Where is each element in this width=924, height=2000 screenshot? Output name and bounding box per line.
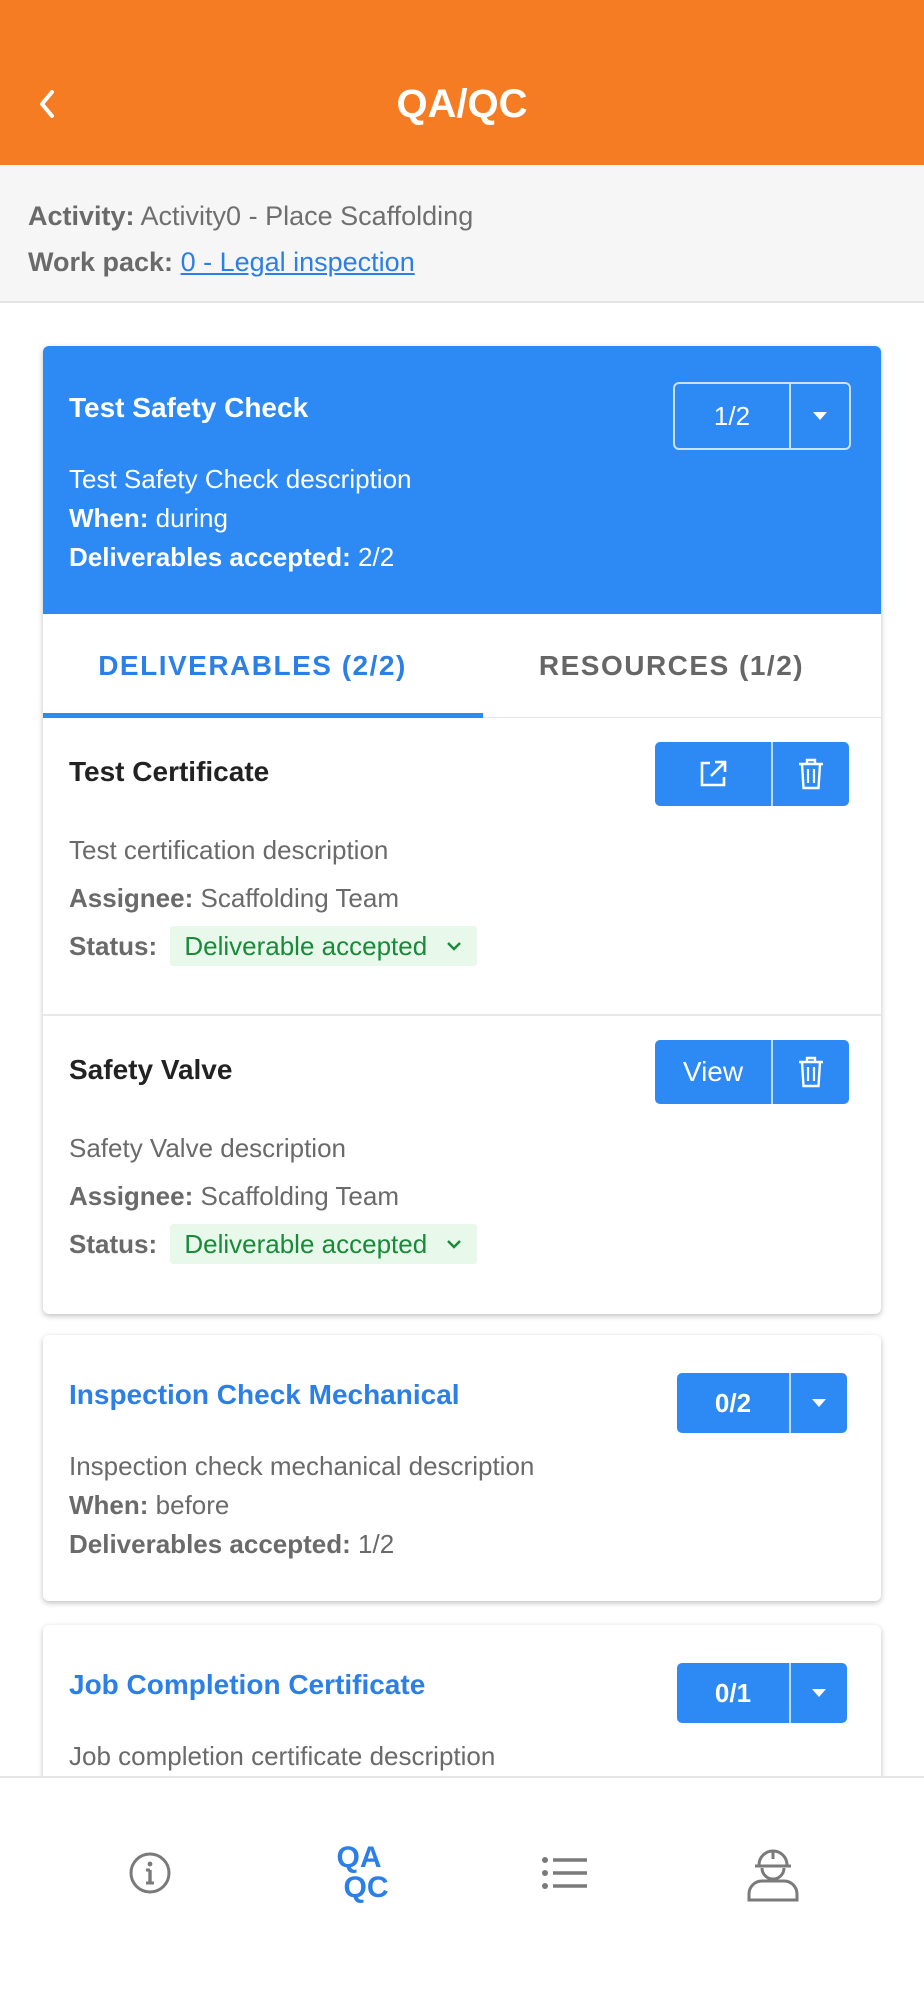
worker-helmet-icon [747,1849,799,1902]
delete-deliverable-button[interactable] [773,742,849,806]
nav-workers[interactable] [718,1818,828,1928]
when-value: before [155,1490,230,1520]
check-counter: 1/2 [675,384,791,448]
qaqc-nav-label: QA QC [330,1843,389,1903]
nav-info[interactable] [95,1818,205,1928]
deliverable-actions: View [655,1040,849,1104]
view-deliverable-button[interactable]: View [655,1040,773,1104]
caret-down-icon[interactable] [791,384,849,448]
deliverable-description: Test certification description [69,835,389,865]
check-description: Inspection check mechanical description [69,1451,535,1481]
list-icon [542,1857,587,1889]
trash-icon [799,758,823,790]
accepted-value: 2/2 [358,542,395,572]
check-when: When: before [69,1486,229,1525]
accepted-label: Deliverables accepted: [69,542,351,572]
chevron-down-icon [447,942,462,951]
tab-resources[interactable]: RESOURCES (1/2) [462,614,881,717]
delete-deliverable-button[interactable] [773,1040,849,1104]
status-dropdown[interactable]: Deliverable accepted [170,1224,478,1264]
check-accepted: Deliverables accepted: 2/2 [69,538,394,577]
activity-value: Activity0 - Place Scaffolding [140,201,474,231]
check-counter: 0/2 [677,1373,791,1433]
nav-list[interactable] [510,1818,620,1928]
check-title: Test Safety Check [69,392,309,423]
checks-list[interactable]: Test Safety Check 1/2 Test Safety Check … [0,303,924,1778]
check-tabs: DELIVERABLES (2/2) RESOURCES (1/2) [43,614,881,718]
open-deliverable-button[interactable] [655,742,773,806]
info-icon [129,1852,171,1894]
caret-down-icon[interactable] [791,1663,847,1723]
status-label: Status: [69,931,158,961]
deliverable-actions [655,742,849,806]
check-description: Job completion certificate description [69,1741,496,1771]
workpack-label: Work pack: [28,247,174,277]
deliverable-description: Safety Valve description [69,1133,346,1163]
check-counter-dropdown[interactable]: 1/2 [673,382,851,450]
check-description: Test Safety Check description [69,464,412,494]
activity-label: Activity: [28,201,135,231]
check-title: Job Completion Certificate [69,1669,426,1700]
chevron-down-icon [447,1240,462,1249]
deliverable-status-row: Status: Deliverable accepted [69,926,478,966]
deliverable-item: Safety Valve View Safety Valve descripti… [43,1016,881,1314]
assignee-value: Scaffolding Team [200,1181,400,1211]
accepted-label: Deliverables accepted: [69,1529,351,1559]
deliverable-status-row: Status: Deliverable accepted [69,1224,478,1264]
when-label: When: [69,1490,149,1520]
deliverable-title: Test Certificate [69,756,270,787]
qaqc-line-2: QC [343,1871,389,1904]
check-title: Inspection Check Mechanical [69,1379,460,1410]
nav-qaqc[interactable]: QA QC [304,1818,414,1928]
caret-down-icon[interactable] [791,1373,847,1433]
status-value: Deliverable accepted [184,1229,428,1259]
status-label: Status: [69,1229,158,1259]
qaqc-line-1: QA [336,1841,382,1874]
external-link-icon [700,760,727,787]
status-dropdown[interactable]: Deliverable accepted [170,926,478,966]
context-info: Activity: Activity0 - Place Scaffolding … [0,165,924,303]
check-when: When: during [69,499,228,538]
check-counter-dropdown[interactable]: 0/1 [677,1663,847,1723]
page-title: QA/QC [396,82,528,126]
when-value: during [155,503,228,533]
deliverable-item: Test Certificate Test certification desc… [43,718,881,1016]
check-card-test-safety: Test Safety Check 1/2 Test Safety Check … [43,346,881,1314]
deliverable-title: Safety Valve [69,1054,233,1085]
check-card-inspection-mechanical[interactable]: Inspection Check Mechanical 0/2 Inspecti… [43,1335,881,1601]
activity-line: Activity: Activity0 - Place Scaffolding [28,193,896,239]
accepted-value: 1/2 [358,1529,395,1559]
status-value: Deliverable accepted [184,931,428,961]
assignee-value: Scaffolding Team [200,883,400,913]
bottom-nav: QA QC [0,1776,924,2000]
app-header: QA/QC [0,0,924,165]
workpack-link[interactable]: 0 - Legal inspection [181,247,415,277]
workpack-line: Work pack: 0 - Legal inspection [28,239,896,285]
deliverable-assignee: Assignee: Scaffolding Team [69,1176,399,1216]
check-card-header[interactable]: Test Safety Check 1/2 Test Safety Check … [43,346,881,614]
assignee-label: Assignee: [69,1181,194,1211]
assignee-label: Assignee: [69,883,194,913]
check-counter: 0/1 [677,1663,791,1723]
deliverable-assignee: Assignee: Scaffolding Team [69,878,399,918]
trash-icon [799,1056,823,1088]
when-label: When: [69,503,149,533]
check-accepted: Deliverables accepted: 1/2 [69,1525,394,1564]
check-counter-dropdown[interactable]: 0/2 [677,1373,847,1433]
tab-deliverables[interactable]: DELIVERABLES (2/2) [43,614,462,717]
check-card-job-completion[interactable]: Job Completion Certificate 0/1 Job compl… [43,1625,881,1778]
